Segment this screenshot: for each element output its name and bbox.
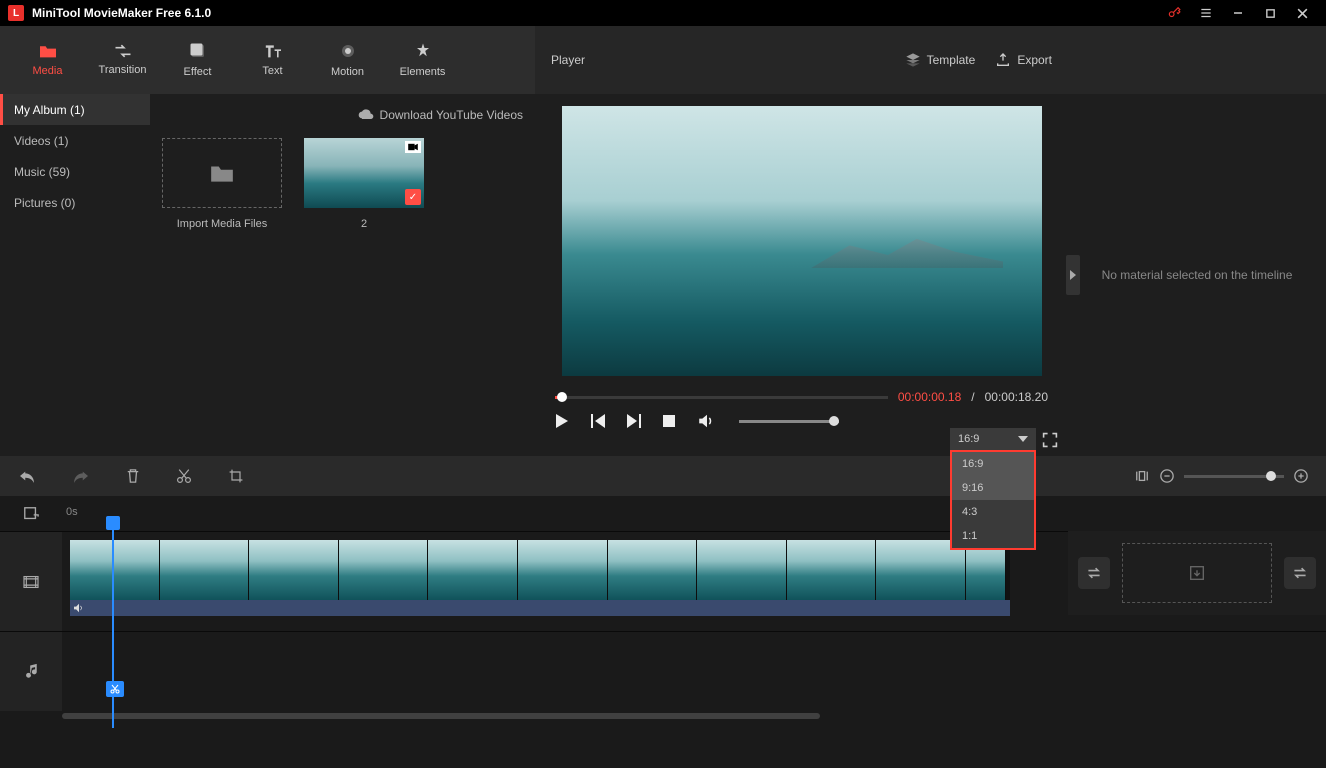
fullscreen-button[interactable] [1042,432,1058,448]
undo-button[interactable] [18,469,36,483]
player-panel: 00:00:00.18 / 00:00:18.20 16:9 16:9 9:16… [535,94,1068,456]
motion-icon [339,42,357,60]
app-logo: L [8,5,24,21]
export-button[interactable]: Export [995,52,1052,68]
minimize-button[interactable] [1222,0,1254,26]
activate-icon[interactable] [1158,0,1190,26]
inspector-panel: No material selected on the timeline [1068,94,1326,456]
mute-button[interactable] [699,414,717,428]
top-toolbar: Media Transition Effect Text Motion Elem… [0,26,1326,94]
redo-button[interactable] [72,469,90,483]
tab-effect[interactable]: Effect [160,30,235,90]
video-track-header[interactable] [0,532,62,631]
ratio-option-16-9[interactable]: 16:9 [952,452,1034,476]
next-frame-button[interactable] [627,414,645,428]
folder-icon [38,43,58,59]
sidebar-item-pictures[interactable]: Pictures (0) [0,187,150,218]
ratio-option-1-1[interactable]: 1:1 [952,524,1034,548]
ratio-option-9-16[interactable]: 9:16 [952,476,1034,500]
inspector-collapse-toggle[interactable] [1066,255,1080,295]
video-preview[interactable] [562,106,1042,376]
progress-bar[interactable] [555,396,888,399]
titlebar: L MiniTool MovieMaker Free 6.1.0 [0,0,1326,26]
tab-motion[interactable]: Motion [310,30,385,90]
stop-button[interactable] [663,415,681,427]
tab-text[interactable]: Text [235,30,310,90]
playhead-split-badge[interactable] [106,681,124,697]
audio-track-body[interactable] [62,632,1326,711]
tab-transition[interactable]: Transition [85,30,160,90]
play-button[interactable] [555,414,573,428]
zoom-in-button[interactable] [1294,469,1308,483]
main-area: My Album (1) Videos (1) Music (59) Pictu… [0,94,1326,456]
timeline-toolbar [0,456,1326,496]
video-type-icon [405,141,421,153]
template-icon [905,52,921,68]
text-icon [263,43,283,59]
clip-audio-strip[interactable] [70,600,1010,616]
time-current: 00:00:00.18 [898,390,961,404]
fit-timeline-button[interactable] [1134,469,1150,483]
export-icon [995,52,1011,68]
volume-slider[interactable] [739,420,839,423]
timeline-drop-panel [1068,531,1326,615]
timeline: 0s [0,496,1326,766]
timeline-scrollbar[interactable] [0,711,1326,721]
zoom-out-button[interactable] [1160,469,1174,483]
template-button[interactable]: Template [905,52,976,68]
effect-icon [189,42,207,60]
sidebar-item-album[interactable]: My Album (1) [0,94,150,125]
transition-icon [113,44,133,58]
aspect-ratio-dropdown: 16:9 9:16 4:3 1:1 [950,450,1036,550]
video-clip[interactable] [70,540,1010,608]
elements-icon [414,42,432,60]
timeline-ruler[interactable]: 0s [62,496,1326,531]
add-track-button[interactable] [0,506,62,522]
drop-slot[interactable] [1122,543,1272,603]
tab-media-label: Media [33,65,63,77]
prev-frame-button[interactable] [591,414,609,428]
audio-track-header[interactable] [0,632,62,711]
delete-button[interactable] [126,468,140,484]
time-total: 00:00:18.20 [985,390,1048,404]
media-sidebar: My Album (1) Videos (1) Music (59) Pictu… [0,94,150,456]
speaker-icon [74,603,84,613]
menu-icon[interactable] [1190,0,1222,26]
crop-button[interactable] [228,468,244,484]
download-youtube-link[interactable]: Download YouTube Videos [162,104,523,126]
maximize-button[interactable] [1254,0,1286,26]
playhead-line[interactable] [112,528,114,728]
aspect-ratio-select[interactable]: 16:9 [950,428,1036,450]
selected-check-icon: ✓ [405,189,421,205]
split-button[interactable] [176,468,192,484]
close-button[interactable] [1286,0,1318,26]
media-thumbnail[interactable]: ✓ 2 [304,138,424,230]
ratio-option-4-3[interactable]: 4:3 [952,500,1034,524]
tab-media[interactable]: Media [10,30,85,90]
sidebar-item-videos[interactable]: Videos (1) [0,125,150,156]
player-title: Player [551,53,885,67]
tab-elements[interactable]: Elements [385,30,460,90]
cloud-download-icon [358,109,374,121]
import-media-tile[interactable]: Import Media Files [162,138,282,230]
swap-right-button[interactable] [1284,557,1316,589]
inspector-empty-text: No material selected on the timeline [1102,268,1293,282]
sidebar-item-music[interactable]: Music (59) [0,156,150,187]
swap-left-button[interactable] [1078,557,1110,589]
chevron-down-icon [1018,436,1028,442]
app-title: MiniTool MovieMaker Free 6.1.0 [32,6,1158,20]
folder-icon [209,162,235,184]
zoom-slider[interactable] [1184,475,1284,478]
